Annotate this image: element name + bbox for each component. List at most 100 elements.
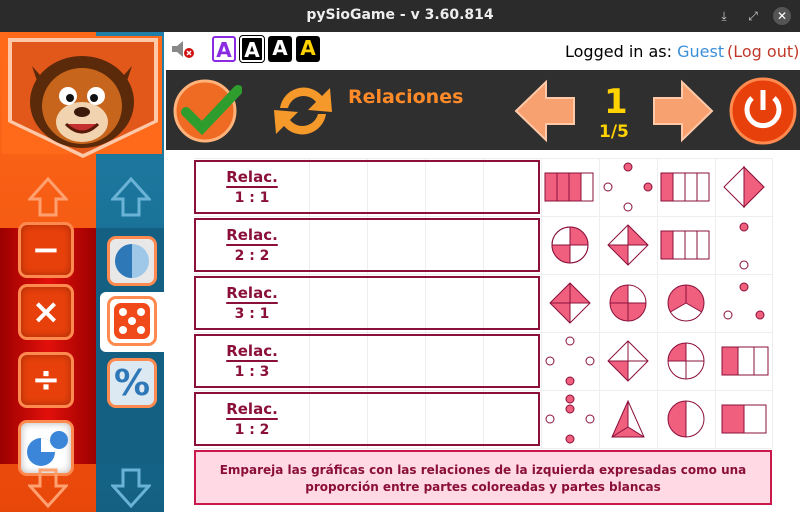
ratio-dice-button[interactable] — [107, 296, 157, 346]
logged-in-label: Logged in as: Guest — [565, 42, 724, 61]
diamond-ratio-tile[interactable] — [599, 332, 657, 390]
font-size-medium-button[interactable]: A — [239, 35, 265, 63]
maximize-button[interactable]: ⤢ — [744, 7, 762, 25]
instructions-text: Empareja las gráficas con las relaciones… — [219, 463, 747, 494]
relation-label: Relac. — [226, 168, 278, 186]
relation-value: 1 : 2 — [234, 422, 270, 438]
relation-drop-zone[interactable]: Relac. 1 : 1 — [194, 160, 540, 214]
user-name[interactable]: Guest — [677, 42, 724, 61]
divide-icon: ÷ — [31, 360, 61, 400]
relation-value: 1 : 1 — [234, 190, 270, 206]
dots-ratio-tile[interactable] — [715, 274, 773, 332]
bar-fraction-icon — [660, 230, 710, 260]
minimize-button[interactable]: ⤓ — [715, 7, 733, 25]
bar-fraction-icon — [660, 172, 710, 202]
relation-value: 1 : 3 — [234, 364, 270, 380]
pie-chart-icon — [27, 431, 68, 466]
font-size-large-button[interactable]: A — [268, 36, 292, 62]
scroll-up-left-button[interactable] — [0, 166, 96, 228]
scroll-down-right-button[interactable] — [96, 464, 166, 512]
bar-ratio-tile[interactable] — [657, 158, 715, 216]
divide-button[interactable]: ÷ — [18, 352, 74, 408]
circle-ratio-tile[interactable] — [541, 216, 599, 274]
fraction-circle-button[interactable] — [107, 236, 157, 286]
game-title: Relaciones — [348, 86, 464, 108]
level-number: 1 — [604, 82, 628, 122]
arrow-down-icon — [28, 468, 68, 509]
dots-icon — [545, 336, 595, 386]
relation-value: 3 : 1 — [234, 306, 270, 322]
diamond-fraction-icon — [607, 340, 649, 382]
arrow-up-icon — [28, 176, 68, 217]
subtract-button[interactable]: − — [18, 222, 74, 278]
dots-ratio-tile[interactable] — [715, 216, 773, 274]
scroll-up-right-button[interactable] — [96, 166, 166, 228]
relation-value: 2 : 2 — [234, 248, 270, 264]
sound-muted-icon[interactable] — [170, 38, 196, 60]
bar-fraction-icon — [721, 346, 769, 376]
circle-ratio-tile[interactable] — [657, 390, 715, 448]
font-size-small-button[interactable]: A — [212, 36, 236, 62]
bar-fraction-icon — [544, 172, 594, 202]
triangle-fraction-icon — [611, 399, 645, 438]
relation-drop-zone[interactable]: Relac. 1 : 3 — [194, 334, 540, 388]
relation-label: Relac. — [226, 342, 278, 360]
triangle-ratio-tile[interactable] — [599, 390, 657, 448]
diamond-fraction-icon — [549, 282, 591, 324]
diamond-ratio-tile[interactable] — [715, 158, 773, 216]
bar-ratio-tile[interactable] — [657, 216, 715, 274]
minus-icon: − — [31, 230, 61, 270]
diamond-fraction-icon — [723, 165, 765, 209]
circle-thirds-tile[interactable] — [657, 274, 715, 332]
percentage-button[interactable]: % — [107, 358, 157, 408]
bar-ratio-tile[interactable] — [541, 158, 599, 216]
circle-fraction-icon — [667, 342, 705, 380]
close-button[interactable]: ✕ — [773, 7, 791, 25]
dots-icon — [603, 162, 653, 212]
dots-ratio-tile[interactable] — [541, 332, 599, 390]
arrow-down-icon — [111, 468, 151, 509]
diamond-ratio-tile[interactable] — [541, 274, 599, 332]
window-title: pySioGame - v 3.60.814 — [306, 7, 494, 23]
logged-prefix: Logged in as: — [565, 42, 673, 61]
title-bar: pySioGame - v 3.60.814 ⤓ ⤢ ✕ — [0, 0, 800, 32]
dice-icon — [114, 303, 150, 339]
dots-ratio-tile[interactable] — [541, 390, 599, 448]
bar-fraction-icon — [721, 404, 767, 434]
arrow-right-icon[interactable] — [650, 78, 716, 144]
dots-icon — [545, 394, 595, 444]
bar-ratio-tile[interactable] — [715, 390, 773, 448]
circle-ratio-tile[interactable] — [599, 274, 657, 332]
percent-icon: % — [113, 362, 151, 404]
scroll-down-left-button[interactable] — [0, 464, 96, 512]
relation-label: Relac. — [226, 226, 278, 244]
check-icon[interactable] — [172, 76, 242, 146]
times-icon: × — [31, 292, 61, 332]
circle-fraction-icon — [667, 400, 705, 438]
diamond-fraction-icon — [607, 224, 649, 266]
relation-drop-zone[interactable]: Relac. 1 : 2 — [194, 392, 540, 446]
refresh-icon[interactable] — [268, 76, 338, 146]
arrow-left-icon[interactable] — [512, 78, 578, 144]
grid-line — [194, 448, 772, 449]
multiply-button[interactable]: × — [18, 284, 74, 340]
relation-drop-zone[interactable]: Relac. 2 : 2 — [194, 218, 540, 272]
relation-label: Relac. — [226, 400, 278, 418]
circle-fraction-icon — [609, 284, 647, 322]
diamond-ratio-tile[interactable] — [599, 216, 657, 274]
game-header: Relaciones 1 1/5 — [166, 70, 800, 150]
circle-fraction-icon — [551, 226, 589, 264]
top-bar: A A A A Logged in as: Guest (Log out) — [166, 32, 800, 70]
instructions-box: Empareja las gráficas con las relaciones… — [194, 450, 772, 505]
power-off-icon[interactable] — [728, 76, 798, 146]
font-size-contrast-button[interactable]: A — [296, 36, 320, 62]
bar-ratio-tile[interactable] — [715, 332, 773, 390]
half-circle-icon — [115, 244, 149, 278]
dots-icon — [723, 282, 765, 320]
logout-link[interactable]: (Log out) — [727, 42, 799, 61]
dots-icon — [739, 222, 749, 270]
dots-ratio-tile[interactable] — [599, 158, 657, 216]
relation-drop-zone[interactable]: Relac. 3 : 1 — [194, 276, 540, 330]
circle-ratio-tile[interactable] — [657, 332, 715, 390]
lion-logo-icon — [30, 56, 134, 148]
